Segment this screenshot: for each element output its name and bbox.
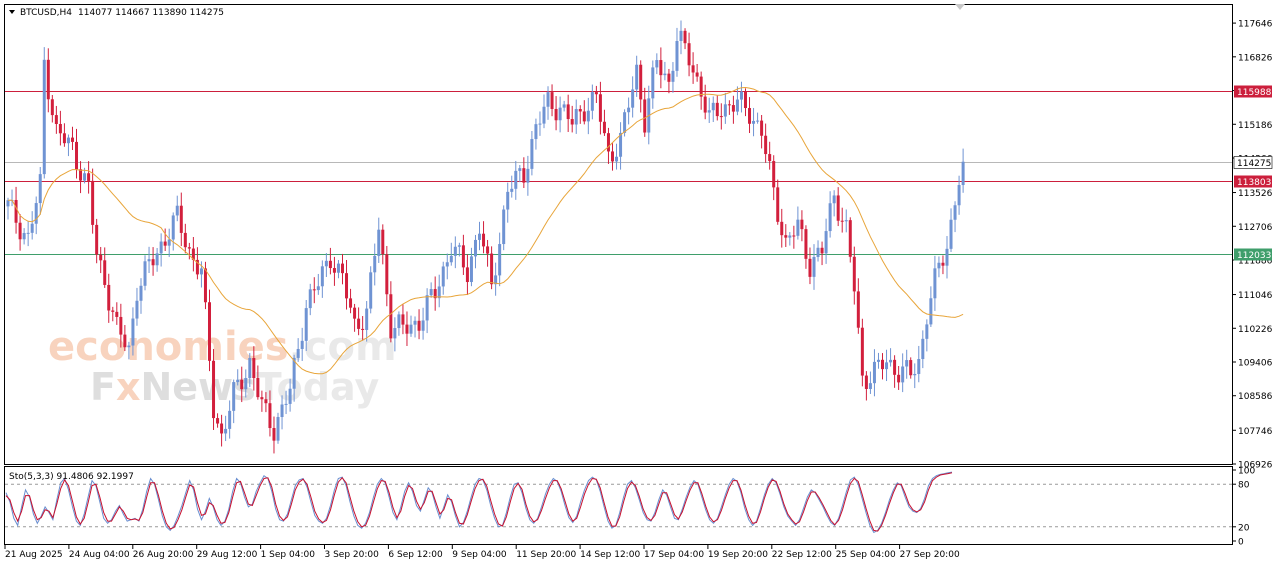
level-badge: 112033 (1234, 248, 1272, 261)
time-tick-label: 3 Sep 20:00 (325, 550, 380, 560)
svg-text:114275: 114275 (1237, 159, 1271, 169)
current-price-badge: 114275 (1233, 156, 1273, 169)
price-tick-label: 109406 (1238, 359, 1273, 369)
price-tick-label: 115186 (1238, 121, 1273, 131)
time-tick-label: 27 Sep 20:00 (900, 550, 960, 560)
candle (502, 205, 506, 251)
price-tick-label: 110226 (1238, 325, 1273, 335)
time-tick-label: 14 Sep 12:00 (580, 550, 640, 560)
oscillator-tick-label: 80 (1238, 481, 1250, 491)
trading-chart[interactable]: economies.com FxNewsToday BTCUSD,H4 11407… (0, 0, 1280, 567)
time-tick-label: 26 Aug 20:00 (133, 550, 194, 560)
time-axis: 21 Aug 2025 24 Aug 04:00 26 Aug 20:00 29 Au… (4, 545, 960, 560)
candle (369, 266, 373, 314)
chart-header: BTCUSD,H4 114077 114667 113890 114275 (20, 8, 224, 18)
watermark-f: F (90, 365, 116, 409)
time-tick-label: 24 Aug 04:00 (69, 550, 130, 560)
level-badge: 115988 (1234, 85, 1272, 98)
time-tick-label: 29 Aug 12:00 (197, 550, 258, 560)
watermark-x-mark: x (116, 365, 141, 409)
price-tick-label: 113526 (1238, 189, 1273, 199)
oscillator-tick-label: 100 (1238, 467, 1255, 477)
time-tick-label: 6 Sep 12:00 (388, 550, 443, 560)
svg-text:112033: 112033 (1237, 251, 1271, 261)
time-tick-label: 22 Sep 12:00 (772, 550, 832, 560)
oscillator-tick-label: 20 (1238, 523, 1250, 533)
price-badges: 115988 113803 112033 114275 (1233, 85, 1273, 261)
symbol-label: BTCUSD,H4 (20, 8, 72, 18)
candle (212, 349, 216, 430)
time-tick-label: 19 Sep 20:00 (708, 550, 768, 560)
svg-text:115988: 115988 (1237, 88, 1272, 98)
oscillator-tick-label: 0 (1238, 538, 1244, 548)
time-tick-label: 1 Sep 04:00 (261, 550, 316, 560)
level-badge: 113803 (1234, 175, 1272, 188)
watermark-news: News (140, 365, 255, 409)
time-tick-label: 17 Sep 04:00 (644, 550, 704, 560)
time-tick-label: 21 Aug 2025 (5, 550, 63, 560)
watermark-today: Today (256, 365, 380, 409)
svg-text:economies.com: economies.com (48, 324, 397, 370)
ohlc-label: 114077 114667 113890 114275 (78, 8, 224, 18)
candle (42, 47, 46, 179)
price-tick-label: 117646 (1238, 20, 1273, 30)
price-tick-label: 112706 (1238, 223, 1273, 233)
price-tick-label: 108586 (1238, 392, 1273, 402)
price-tick-label: 107746 (1238, 427, 1273, 437)
price-tick-label: 111046 (1238, 291, 1273, 301)
oscillator-title: Sto(5,3,3) 91.4806 92.1997 (9, 472, 134, 482)
svg-text:113803: 113803 (1237, 178, 1271, 188)
price-tick-label: 116826 (1238, 53, 1273, 63)
oscillator-plot-frame (4, 466, 1233, 545)
candle (848, 217, 852, 263)
time-tick-label: 11 Sep 20:00 (516, 550, 576, 560)
time-tick-label: 25 Sep 04:00 (836, 550, 896, 560)
watermark-logo: economies.com FxNewsToday (48, 324, 397, 409)
candle (276, 412, 280, 444)
time-tick-label: 9 Sep 04:00 (452, 550, 507, 560)
